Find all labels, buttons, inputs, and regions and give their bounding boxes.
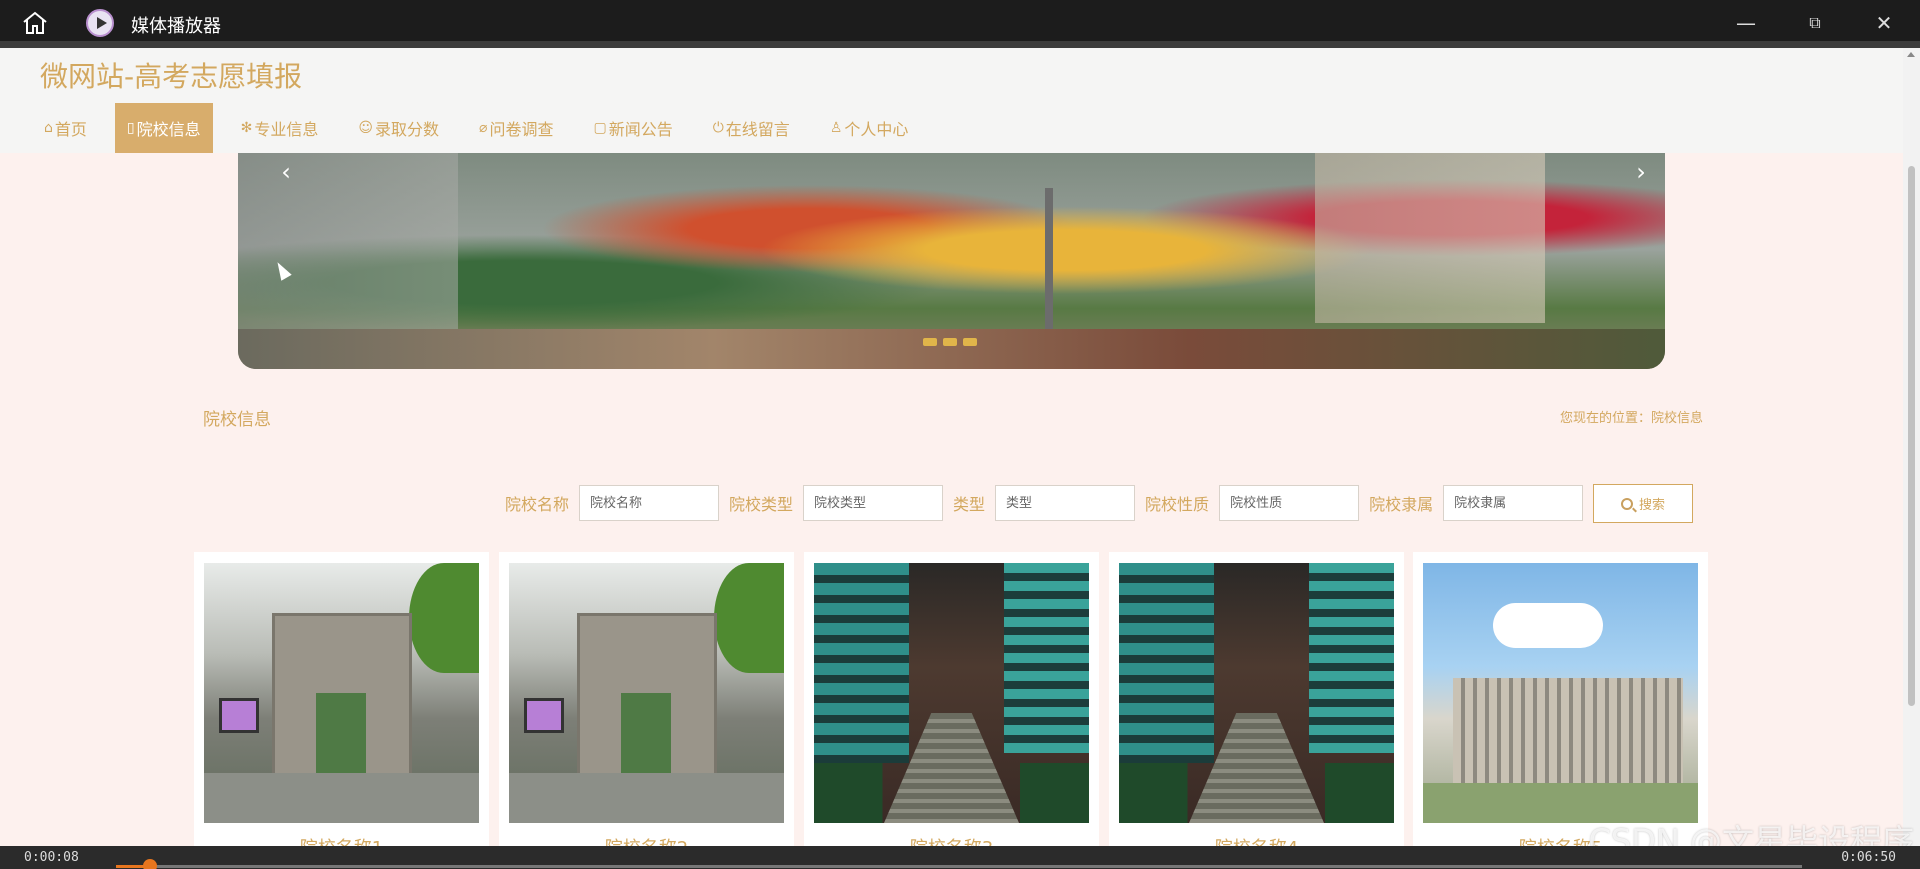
school-gate-photo[interactable]	[204, 563, 479, 823]
window-title: 媒体播放器	[131, 16, 221, 37]
search-button[interactable]: 搜索	[1593, 484, 1693, 523]
nav-item-news[interactable]: ▢ 新闻公告	[581, 103, 684, 153]
nav-item-label: 问卷调查	[489, 120, 554, 139]
site-header: 微网站-高考志愿填报 ⌂ 首页 ▯ 院校信息 ✻ 专业信息 ☺ 录取分数 ⌀ 问…	[0, 48, 1920, 153]
nav-item-label: 新闻公告	[608, 120, 673, 139]
nav-item-label: 个人中心	[844, 120, 909, 139]
section-title: 院校信息	[203, 410, 271, 430]
total-time: 0:06:50	[1841, 850, 1896, 865]
user-icon: ♙	[829, 120, 843, 136]
modern-building-photo[interactable]	[1423, 563, 1698, 823]
media-player-controls: 0:00:08 0:06:50	[0, 846, 1920, 869]
search-label-school-type: 院校类型	[729, 495, 794, 514]
survey-icon: ⌀	[479, 120, 488, 136]
power-icon: ⏻	[712, 120, 724, 136]
restore-button[interactable]: ⧉	[1800, 8, 1830, 38]
dormitory-night-photo[interactable]	[1119, 563, 1394, 823]
school-card[interactable]: 院校名称2	[499, 552, 794, 869]
nav-item-messages[interactable]: ⏻ 在线留言	[701, 103, 802, 153]
seek-bar[interactable]	[116, 859, 1802, 869]
nav-item-survey[interactable]: ⌀ 问卷调查	[467, 103, 565, 153]
carousel-next-arrow-icon[interactable]: ›	[1626, 157, 1656, 187]
carousel-dot[interactable]	[943, 338, 957, 346]
nav-item-schools[interactable]: ▯ 院校信息	[114, 103, 213, 153]
search-form: 院校名称 院校类型 类型 院校性质 院校隶属	[505, 484, 1593, 522]
nav-item-majors[interactable]: ✻ 专业信息	[229, 103, 331, 153]
nav-item-label: 录取分数	[375, 120, 440, 139]
carousel-image-building	[1315, 153, 1545, 323]
nav-item-scores[interactable]: ☺ 录取分数	[346, 103, 451, 153]
news-icon: ▢	[593, 120, 607, 136]
media-player-icon	[86, 9, 114, 37]
school-nature-input[interactable]	[1219, 485, 1360, 521]
close-button[interactable]: ✕	[1869, 8, 1899, 38]
home-icon: ⌂	[44, 120, 53, 136]
smile-icon: ☺	[358, 120, 373, 136]
nav-item-label: 首页	[54, 120, 87, 139]
minimize-button[interactable]: —	[1731, 8, 1761, 38]
carousel-dot[interactable]	[923, 338, 937, 346]
search-label-school-nature: 院校性质	[1145, 495, 1210, 514]
dormitory-night-photo[interactable]	[814, 563, 1089, 823]
main-nav: ⌂ 首页 ▯ 院校信息 ✻ 专业信息 ☺ 录取分数 ⌀ 问卷调查 ▢ 新闻公告 …	[32, 103, 936, 153]
asterisk-icon: ✻	[240, 120, 253, 136]
school-type-input[interactable]	[803, 485, 944, 521]
search-label-school-name: 院校名称	[505, 495, 570, 514]
search-label-type: 类型	[953, 495, 986, 514]
site-title: 微网站-高考志愿填报	[40, 60, 303, 93]
nav-item-label: 院校信息	[136, 120, 201, 139]
elapsed-time: 0:00:08	[24, 850, 79, 865]
seek-handle[interactable]	[142, 859, 157, 869]
nav-item-profile[interactable]: ♙ 个人中心	[818, 103, 921, 153]
school-affiliation-input[interactable]	[1443, 485, 1584, 521]
breadcrumb: 您现在的位置：院校信息	[1559, 411, 1703, 426]
carousel-image-ground	[238, 329, 1665, 369]
school-card[interactable]: 院校名称3	[804, 552, 1099, 869]
carousel-dot[interactable]	[963, 338, 977, 346]
nav-item-label: 专业信息	[254, 120, 319, 139]
window-titlebar: 媒体播放器 — ⧉ ✕	[0, 0, 1920, 45]
scroll-up-arrow-icon[interactable]	[1907, 52, 1915, 57]
nav-item-home[interactable]: ⌂ 首页	[32, 103, 99, 153]
banner-carousel: ‹ ›	[238, 153, 1665, 369]
school-gate-photo[interactable]	[509, 563, 784, 823]
carousel-indicators	[923, 338, 977, 346]
school-card[interactable]: 院校名称1	[194, 552, 489, 869]
type-input[interactable]	[995, 485, 1136, 521]
school-icon: ▯	[126, 120, 135, 136]
school-card[interactable]: 院校名称4	[1109, 552, 1404, 869]
school-name-input[interactable]	[579, 485, 720, 521]
search-label-school-affiliation: 院校隶属	[1369, 495, 1434, 514]
nav-item-label: 在线留言	[725, 120, 790, 139]
scrollbar-thumb[interactable]	[1908, 166, 1915, 706]
school-card-list: 院校名称1 院校名称2 院校名称3 院校名称4 院校名称5	[194, 552, 1708, 869]
titlebar-divider	[0, 41, 1920, 48]
carousel-prev-arrow-icon[interactable]: ‹	[271, 157, 301, 187]
page-scrollbar[interactable]	[1903, 48, 1920, 848]
search-icon	[1620, 497, 1633, 510]
home-icon[interactable]	[20, 10, 50, 36]
search-button-label: 搜索	[1638, 498, 1665, 513]
